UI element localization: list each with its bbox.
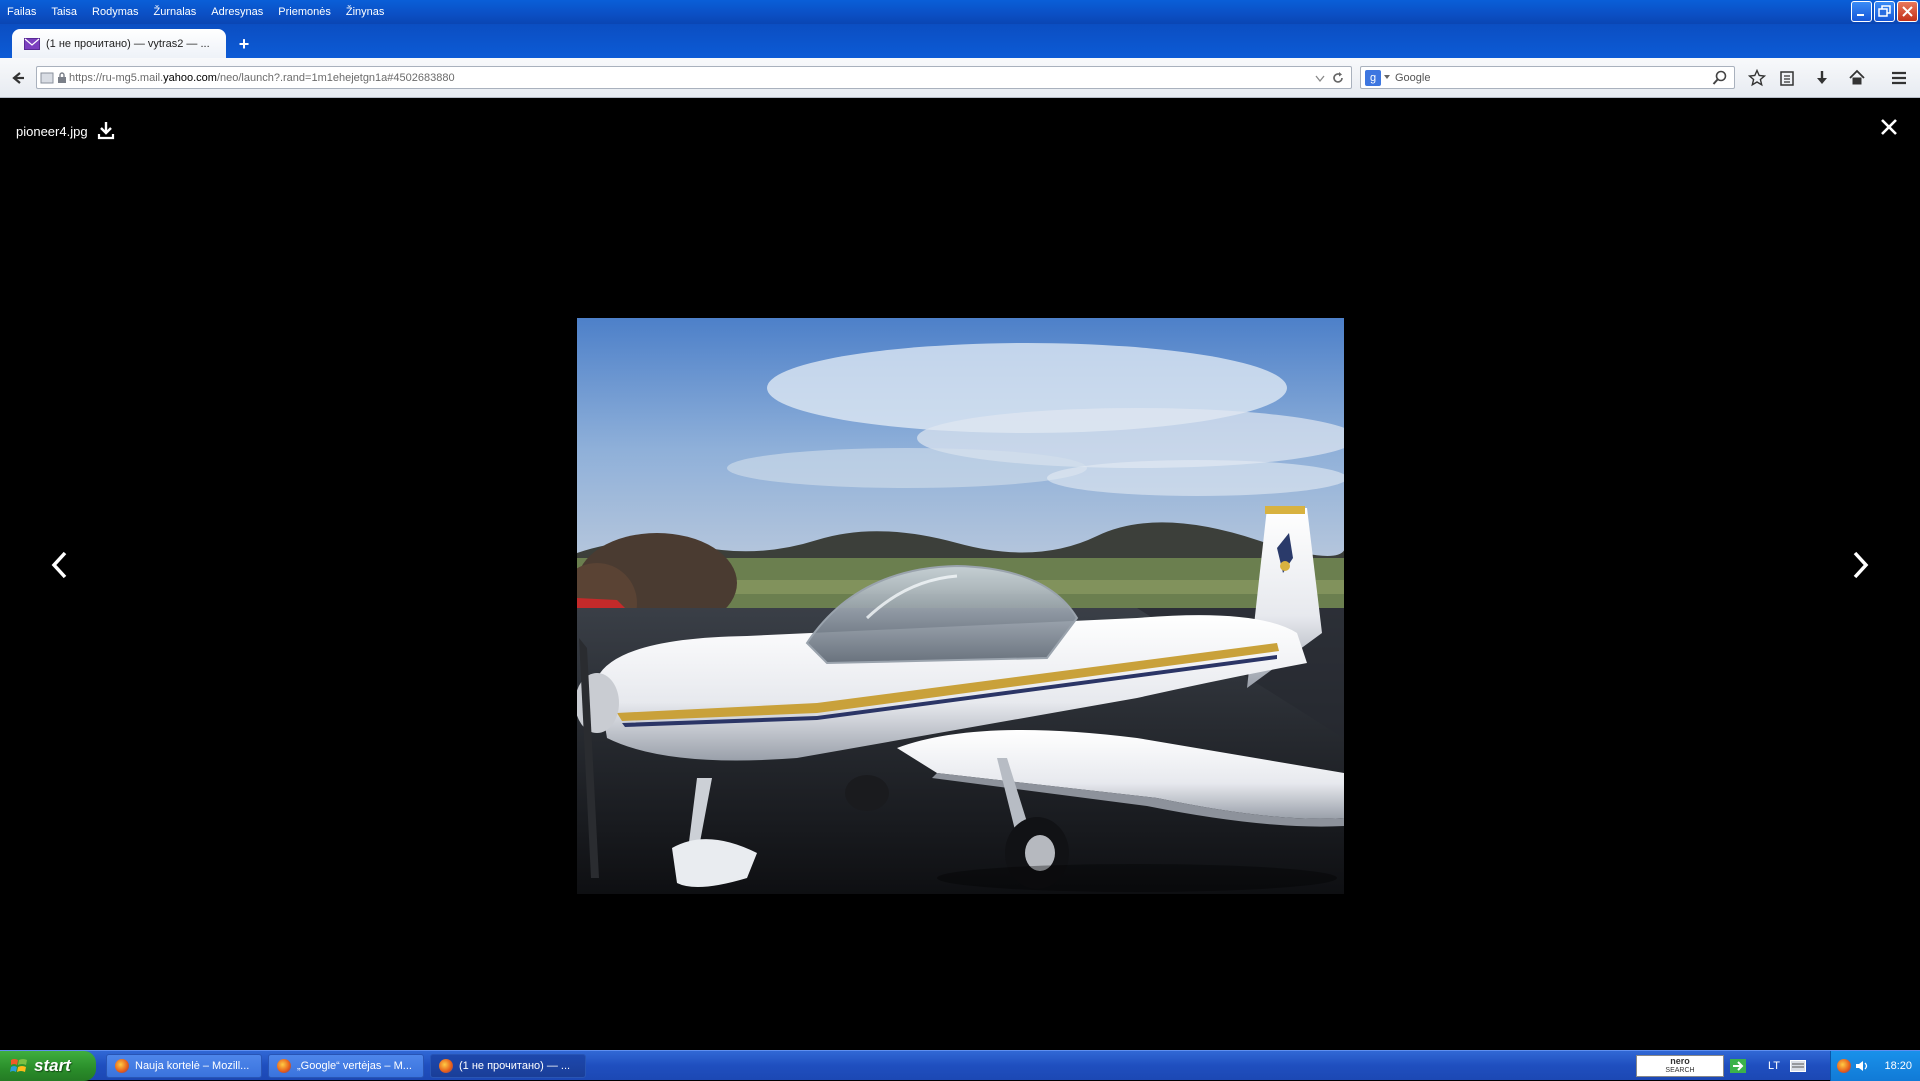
home-icon	[1849, 69, 1865, 85]
tab-title: (1 не прочитано) — vytras2 — ...	[46, 37, 210, 50]
new-tab-button[interactable]: +	[233, 33, 255, 55]
back-arrow-icon	[12, 72, 24, 84]
downloads-button[interactable]	[1810, 66, 1834, 90]
taskbar-item-label: Nauja kortelė – Mozill...	[135, 1060, 250, 1072]
menu-tools[interactable]: Priemonės	[278, 6, 331, 18]
engine-dropdown-icon[interactable]	[1384, 75, 1390, 80]
clock: 18:20	[1884, 1060, 1912, 1072]
tab-strip: (1 не прочитано) — vytras2 — ... +	[0, 24, 1920, 58]
tray-app-icon[interactable]	[1837, 1059, 1851, 1073]
close-viewer-icon[interactable]	[1878, 116, 1900, 138]
menu-view[interactable]: Rodymas	[92, 6, 138, 18]
lock-icon	[58, 72, 66, 83]
menu-edit[interactable]: Taisa	[51, 6, 77, 18]
previous-image-arrow-icon[interactable]	[45, 545, 75, 585]
nero-search-toolbar[interactable]: nero SEARCH	[1636, 1055, 1724, 1077]
menu-file[interactable]: Failas	[7, 6, 36, 18]
hamburger-icon	[1892, 71, 1906, 85]
go-arrow-icon[interactable]	[1730, 1059, 1746, 1073]
start-button[interactable]: start	[0, 1051, 96, 1081]
search-placeholder: Google	[1395, 71, 1431, 84]
nero-label: nero	[1670, 1056, 1690, 1066]
home-button[interactable]	[1845, 66, 1869, 90]
bookmark-star-button[interactable]	[1745, 66, 1769, 90]
start-label: start	[34, 1056, 71, 1075]
close-window-button[interactable]	[1897, 1, 1918, 22]
firefox-icon	[439, 1059, 453, 1073]
speaker-icon[interactable]	[1855, 1059, 1869, 1073]
windows-logo-icon	[10, 1059, 27, 1072]
search-icon[interactable]	[1712, 70, 1728, 86]
system-tray: 18:20	[1830, 1051, 1920, 1081]
aircraft-photo	[577, 318, 1344, 894]
reload-icon[interactable]	[1331, 71, 1345, 85]
menu-help[interactable]: Žinynas	[346, 6, 385, 18]
clipboard-icon	[1780, 71, 1794, 86]
bookmarks-menu-button[interactable]	[1775, 66, 1799, 90]
image-viewer: pioneer4.jpg	[0, 98, 1920, 1050]
firefox-icon	[277, 1059, 291, 1073]
google-engine-icon[interactable]: g	[1365, 70, 1381, 86]
download-icon[interactable]	[96, 120, 116, 140]
menu-button[interactable]	[1887, 66, 1911, 90]
nero-sub-label: SEARCH	[1665, 1067, 1695, 1074]
nav-bar: https://ru-mg5.mail.yahoo.com/neo/launch…	[0, 58, 1920, 98]
taskbar-item-new-tab[interactable]: Nauja kortelė – Mozill...	[106, 1054, 262, 1078]
image-filename: pioneer4.jpg	[16, 124, 88, 139]
keyboard-icon[interactable]	[1790, 1060, 1806, 1072]
mail-icon	[24, 37, 40, 50]
language-indicator[interactable]: LT	[1768, 1060, 1780, 1072]
menu-history[interactable]: Žurnalas	[154, 6, 197, 18]
close-icon	[1902, 6, 1913, 17]
taskbar: start Nauja kortelė – Mozill... „Google“…	[0, 1050, 1920, 1081]
star-icon	[1748, 69, 1766, 87]
title-bar: Failas Taisa Rodymas Žurnalas Adresynas …	[0, 0, 1920, 24]
url-text: https://ru-mg5.mail.yahoo.com/neo/launch…	[69, 71, 455, 84]
minimize-button[interactable]	[1851, 1, 1872, 22]
menu-bookmarks[interactable]: Adresynas	[211, 6, 263, 18]
dropdown-arrow-icon[interactable]	[1315, 73, 1325, 83]
taskbar-item-label: „Google“ vertėjas – M...	[297, 1060, 412, 1072]
taskbar-item-yahoo-mail[interactable]: (1 не прочитано) — ...	[430, 1054, 586, 1078]
search-bar[interactable]: g Google	[1360, 66, 1735, 89]
download-arrow-icon	[1817, 71, 1827, 84]
page-icon	[40, 72, 54, 84]
restore-button[interactable]	[1874, 1, 1895, 22]
restore-icon	[1878, 5, 1891, 17]
back-button[interactable]	[6, 66, 30, 90]
window-controls	[1851, 1, 1918, 22]
taskbar-item-label: (1 не прочитано) — ...	[459, 1060, 571, 1072]
taskbar-item-google-translate[interactable]: „Google“ vertėjas – M...	[268, 1054, 424, 1078]
minimize-icon	[1857, 14, 1864, 16]
next-image-arrow-icon[interactable]	[1845, 545, 1875, 585]
tab-yahoo-mail[interactable]: (1 не прочитано) — vytras2 — ...	[12, 29, 226, 58]
url-bar[interactable]: https://ru-mg5.mail.yahoo.com/neo/launch…	[36, 66, 1352, 89]
firefox-icon	[115, 1059, 129, 1073]
menu-bar: Failas Taisa Rodymas Žurnalas Adresynas …	[0, 0, 399, 24]
